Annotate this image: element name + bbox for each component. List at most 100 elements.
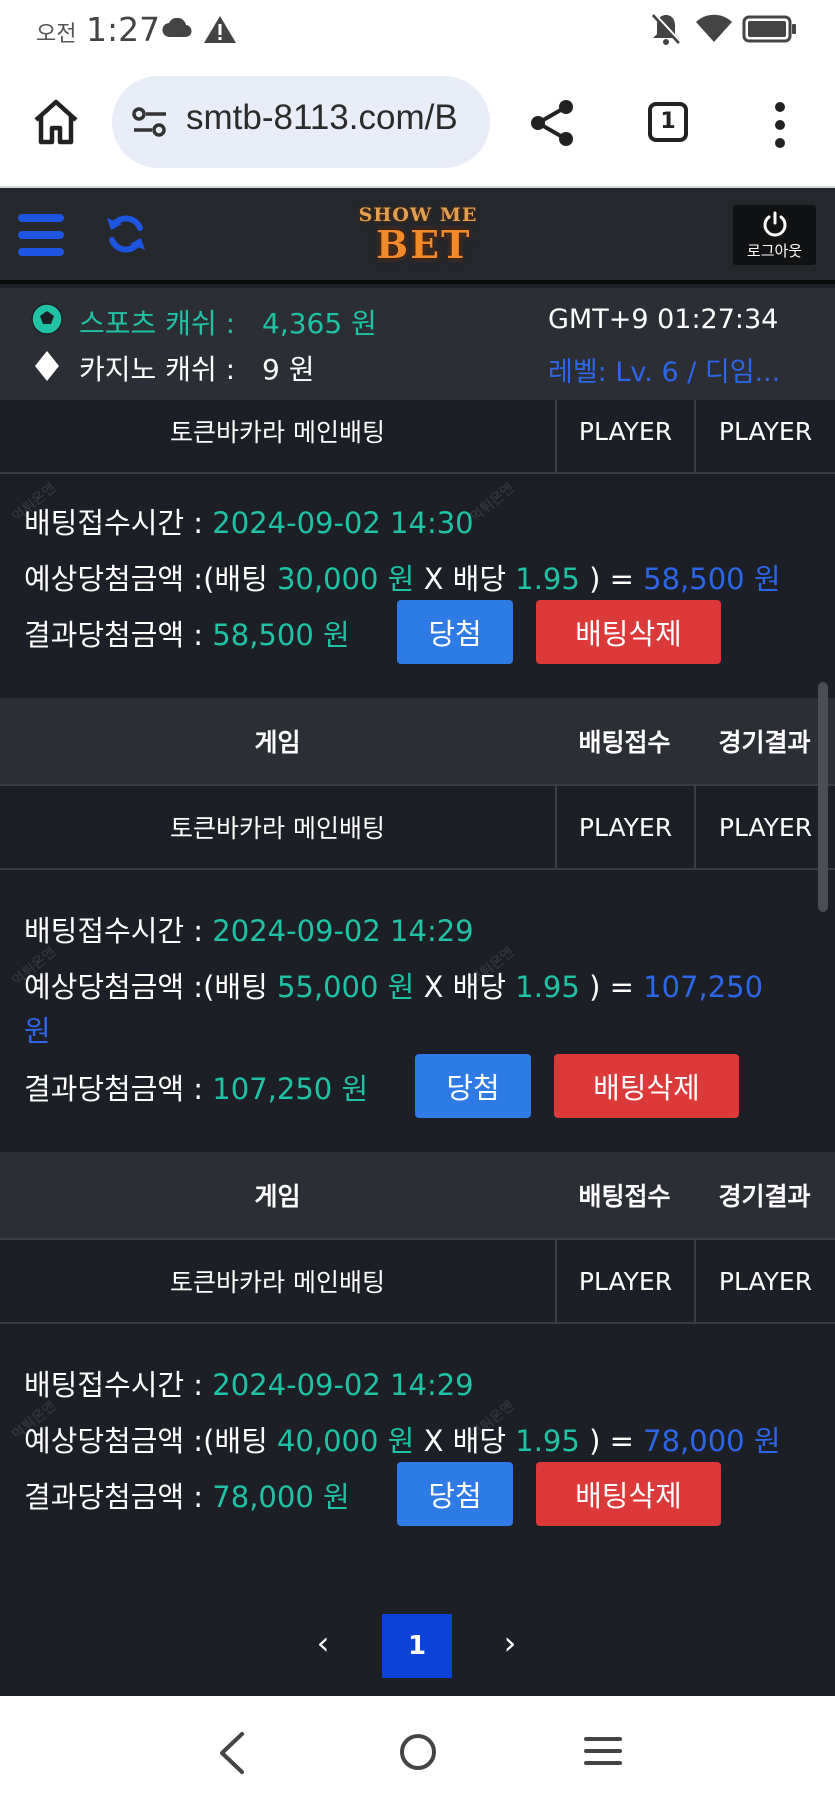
- times-sign: X: [423, 562, 444, 596]
- address-bar[interactable]: smtb-8113.com/B: [112, 76, 490, 168]
- expected-open: (배팅: [203, 1424, 268, 1458]
- tab-switcher-button[interactable]: 1: [648, 102, 688, 142]
- win-button[interactable]: 당첨: [397, 1462, 513, 1526]
- pick-cell: PLAYER: [555, 1240, 694, 1322]
- result-amount-value: 107,250 원: [212, 1072, 369, 1106]
- bell-off-icon: [651, 13, 682, 45]
- more-menu-icon[interactable]: [770, 100, 790, 150]
- times-sign: X: [423, 970, 444, 1004]
- expected-close: ) =: [589, 970, 634, 1004]
- result-cell: PLAYER: [694, 400, 835, 472]
- expected-close: ) =: [589, 1424, 634, 1458]
- user-level[interactable]: 레벨: Lv. 6 / 디임...: [548, 350, 780, 389]
- status-time: 1:27: [86, 10, 161, 49]
- times-sign: X: [423, 1424, 444, 1458]
- header-bet-received: 배팅접수: [578, 728, 671, 757]
- odds-label: 배당: [452, 970, 507, 1004]
- delete-bet-button[interactable]: 배팅삭제: [536, 1462, 721, 1526]
- hamburger-menu-icon[interactable]: [18, 214, 64, 256]
- account-info-bar: 스포츠 캐쉬 : 4,365 원 GMT+9 01:27:34 카지노 캐쉬 :…: [0, 288, 835, 400]
- odds-value: 1.95: [515, 1424, 580, 1458]
- bet-time-value: 2024-09-02 14:29: [212, 1368, 474, 1402]
- game-cell: 토큰바카라 메인배팅: [170, 1268, 385, 1297]
- sports-cash-label: 스포츠 캐쉬 :: [79, 307, 236, 340]
- expected-label: 예상당첨금액 :: [24, 970, 204, 1004]
- soccer-ball-icon: [31, 303, 63, 335]
- casino-cash-value: 9 원: [262, 353, 315, 386]
- stake-value: 30,000 원: [276, 562, 415, 596]
- current-page-button[interactable]: 1: [382, 1614, 452, 1678]
- site-logo[interactable]: SHOW ME BET: [346, 204, 490, 267]
- next-page-button[interactable]: ›: [495, 1622, 525, 1664]
- expected-amount-line: 예상당첨금액 :(배팅 30,000 원 X 배당 1.95 ) = 58,50…: [24, 556, 781, 598]
- bet-row: 토큰바카라 메인배팅 PLAYER PLAYER: [0, 1238, 835, 1324]
- result-amount-value: 58,500 원: [212, 618, 350, 652]
- logout-button[interactable]: 로그아웃: [733, 205, 816, 265]
- table-header-row: 게임 배팅접수 경기결과: [0, 1152, 835, 1238]
- expected-amount-line: 예상당첨금액 :(배팅 40,000 원 X 배당 1.95 ) = 78,00…: [24, 1418, 781, 1460]
- header-result: 경기결과: [718, 728, 811, 757]
- bet-time-label: 배팅접수시간 :: [24, 1368, 204, 1402]
- share-icon[interactable]: [528, 98, 576, 148]
- bet-time-line: 배팅접수시간 : 2024-09-02 14:29: [24, 908, 474, 950]
- odds-value: 1.95: [515, 970, 580, 1004]
- result-amount-line: 결과당첨금액 : 78,000 원: [24, 1474, 350, 1516]
- battery-icon: [742, 15, 796, 43]
- power-icon: [763, 211, 787, 237]
- result-amount-label: 결과당첨금액 :: [24, 1072, 204, 1106]
- expected-value: 58,500 원: [643, 562, 781, 596]
- bet-time-value: 2024-09-02 14:29: [212, 914, 474, 948]
- recent-apps-icon[interactable]: [584, 1734, 622, 1768]
- odds-value: 1.95: [515, 562, 580, 596]
- odds-label: 배당: [452, 1424, 507, 1458]
- site-settings-icon[interactable]: [130, 104, 170, 140]
- expected-label: 예상당첨금액 :: [24, 562, 204, 596]
- bet-row: 토큰바카라 메인배팅 PLAYER PLAYER: [0, 400, 835, 474]
- expected-unit: 원: [24, 1014, 51, 1048]
- url-text[interactable]: smtb-8113.com/B: [186, 98, 458, 138]
- bet-time-line: 배팅접수시간 : 2024-09-02 14:29: [24, 1362, 474, 1404]
- odds-label: 배당: [452, 562, 507, 596]
- bet-time-value: 2024-09-02 14:30: [212, 506, 474, 540]
- result-cell: PLAYER: [694, 786, 835, 868]
- home-circle-icon[interactable]: [398, 1732, 438, 1772]
- delete-bet-button[interactable]: 배팅삭제: [536, 600, 721, 664]
- header-result: 경기결과: [718, 1182, 811, 1211]
- result-amount-line: 결과당첨금액 : 58,500 원: [24, 612, 350, 654]
- expected-label: 예상당첨금액 :: [24, 1424, 204, 1458]
- bet-row: 토큰바카라 메인배팅 PLAYER PLAYER: [0, 784, 835, 870]
- delete-bet-button[interactable]: 배팅삭제: [554, 1054, 739, 1118]
- pick-cell: PLAYER: [555, 400, 694, 472]
- prev-page-button[interactable]: ‹: [308, 1622, 338, 1664]
- win-button[interactable]: 당첨: [397, 600, 513, 664]
- stake-value: 55,000 원: [276, 970, 415, 1004]
- bet-time-line: 배팅접수시간 : 2024-09-02 14:30: [24, 500, 474, 542]
- logo-main-text: BET: [376, 222, 472, 267]
- expected-amount-line: 예상당첨금액 :(배팅 55,000 원 X 배당 1.95 ) = 107,2…: [24, 964, 763, 1006]
- scrollbar[interactable]: [818, 682, 828, 912]
- win-button[interactable]: 당첨: [415, 1054, 531, 1118]
- system-nav-bar: [0, 1696, 835, 1809]
- result-cell: PLAYER: [694, 1240, 835, 1322]
- expected-close: ) =: [589, 562, 634, 596]
- header-game: 게임: [254, 728, 301, 757]
- table-header-row: 게임 배팅접수 경기결과: [0, 698, 835, 784]
- logout-label: 로그아웃: [746, 242, 803, 260]
- header-game: 게임: [254, 1182, 301, 1211]
- back-icon[interactable]: [214, 1730, 250, 1776]
- bet-time-label: 배팅접수시간 :: [24, 914, 204, 948]
- home-icon[interactable]: [30, 96, 82, 148]
- result-amount-label: 결과당첨금액 :: [24, 618, 204, 652]
- warning-icon: [204, 16, 236, 43]
- site-header: SHOW ME BET 로그아웃: [0, 188, 835, 284]
- server-time: GMT+9 01:27:34: [548, 304, 779, 335]
- refresh-icon[interactable]: [104, 212, 148, 256]
- pagination: ‹ 1 ›: [0, 1600, 835, 1690]
- diamond-icon: [35, 351, 59, 381]
- status-ampm: 오전: [36, 22, 77, 47]
- pick-cell: PLAYER: [555, 786, 694, 868]
- expected-value: 107,250: [643, 970, 764, 1004]
- cloud-icon: [162, 18, 192, 38]
- status-bar: 오전 1:27: [0, 0, 835, 62]
- casino-cash-label: 카지노 캐쉬 :: [79, 353, 236, 386]
